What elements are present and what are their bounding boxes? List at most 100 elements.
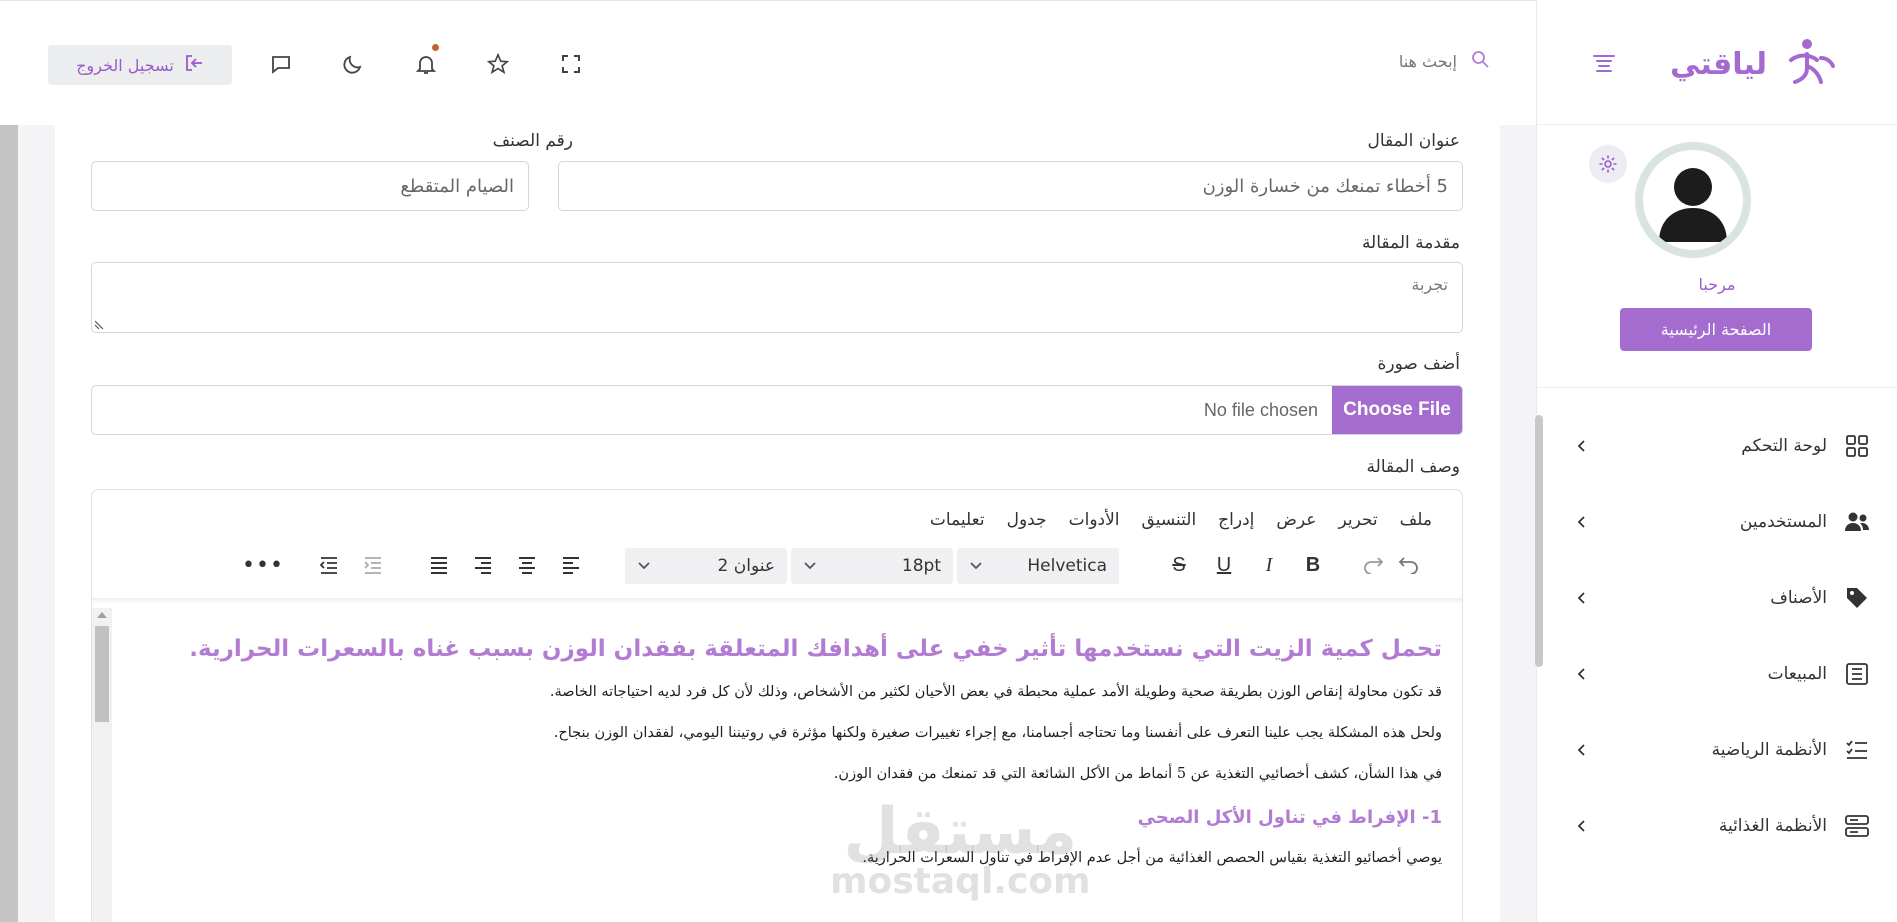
menu-toggle-icon[interactable]: [1593, 52, 1615, 72]
article-title-input[interactable]: 5 أخطاء تمنعك من خسارة الوزن: [558, 161, 1463, 211]
logo-mark-icon: [1789, 39, 1835, 84]
font-size-select[interactable]: 18pt: [791, 548, 953, 584]
chevron-left-icon: [1577, 668, 1585, 680]
chevron-left-icon: [1577, 744, 1585, 756]
category-label: رقم الصنف: [492, 131, 573, 151]
font-family-value: Helvetica: [1027, 556, 1107, 576]
indent-icon[interactable]: [356, 548, 390, 582]
menu-table[interactable]: جدول: [1007, 510, 1047, 530]
editor-menubar: ملف تحرير عرض إدراج التنسيق الأدوات جدول…: [930, 510, 1432, 530]
brand-logo[interactable]: لياقتي: [1670, 36, 1837, 92]
menu-file[interactable]: ملف: [1400, 510, 1432, 530]
star-icon[interactable]: [485, 51, 511, 77]
bell-icon[interactable]: [413, 44, 439, 77]
article-form: عنوان المقال 5 أخطاء تمنعك من خسارة الوز…: [55, 125, 1500, 922]
checklist-icon: [1843, 736, 1871, 764]
chevron-left-icon: [1577, 516, 1585, 528]
content-paragraph: في هذا الشأن، كشف أخصائيي التغذية عن 5 أ…: [833, 766, 1442, 782]
resize-handle-icon[interactable]: [94, 320, 104, 330]
image-file-input[interactable]: Choose File No file chosen: [91, 385, 1463, 435]
menu-edit[interactable]: تحرير: [1338, 510, 1377, 530]
content-paragraph: يوصي أخصائيو التغذية بقياس الحصص الغذائي…: [862, 850, 1442, 866]
search-icon: [1471, 50, 1489, 72]
underline-icon[interactable]: U: [1207, 548, 1241, 582]
editor-scrollbar[interactable]: [92, 608, 112, 922]
left-edge-strip: [0, 125, 18, 922]
chevron-left-icon: [1577, 820, 1585, 832]
font-size-value: 18pt: [901, 556, 941, 576]
editor-scrollbar-thumb[interactable]: [95, 626, 109, 722]
sidebar-item-label: المستخدمين: [1739, 512, 1827, 532]
intro-textarea[interactable]: تجربة: [91, 262, 1463, 333]
intro-label: مقدمة المقالة: [1361, 233, 1460, 253]
image-label: أضف صورة: [1377, 354, 1461, 374]
redo-icon[interactable]: [1356, 548, 1390, 582]
sidebar-item-categories[interactable]: الأصناف: [1537, 560, 1897, 636]
search-input[interactable]: [1337, 51, 1457, 71]
sidebar-item-workout-plans[interactable]: الأنظمة الرياضية: [1537, 712, 1897, 788]
chat-icon[interactable]: [268, 51, 294, 77]
scroll-up-icon[interactable]: [97, 612, 107, 618]
description-label: وصف المقالة: [1366, 457, 1460, 477]
align-center-icon[interactable]: [510, 548, 544, 582]
sidebar-item-label: الأنظمة الرياضية: [1711, 740, 1827, 760]
home-button[interactable]: الصفحة الرئيسية: [1620, 308, 1812, 351]
users-icon: [1843, 508, 1871, 536]
category-select[interactable]: الصيام المتقطع: [91, 161, 529, 211]
sidebar-item-label: الأنظمة الغذائية: [1718, 816, 1827, 836]
tag-icon: [1843, 584, 1871, 612]
rich-text-editor: ملف تحرير عرض إدراج التنسيق الأدوات جدول…: [91, 489, 1463, 922]
align-justify-icon[interactable]: [422, 548, 456, 582]
watermark-url: mostaql.com: [830, 861, 1091, 902]
align-right-icon[interactable]: [466, 548, 500, 582]
fullscreen-icon[interactable]: [558, 51, 584, 77]
block-format-value: عنوان 2: [717, 556, 776, 576]
sidebar-item-dashboard[interactable]: لوحة التحكم: [1537, 408, 1897, 484]
sidebar-item-sales[interactable]: المبيعات: [1537, 636, 1897, 712]
content-subheading: 1- الإفراط في تناول الأكل الصحي: [1137, 807, 1442, 828]
editor-content[interactable]: تحمل كمية الزيت التي نستخدمها تأثير خفي …: [112, 608, 1442, 922]
logout-label: تسجيل الخروج: [76, 55, 174, 75]
top-header: تسجيل الخروج: [0, 0, 1536, 125]
moon-icon[interactable]: [340, 51, 366, 77]
align-left-icon[interactable]: [554, 548, 588, 582]
sidebar-item-label: الأصناف: [1770, 588, 1827, 608]
menu-help[interactable]: تعليمات: [930, 510, 985, 530]
menu-tools[interactable]: الأدوات: [1069, 510, 1120, 530]
font-family-select[interactable]: Helvetica: [957, 548, 1119, 584]
page-scrollbar-thumb[interactable]: [1535, 415, 1543, 667]
menu-insert[interactable]: إدراج: [1218, 510, 1254, 530]
italic-icon[interactable]: I: [1252, 548, 1286, 582]
sidebar-item-label: لوحة التحكم: [1741, 436, 1827, 456]
strikethrough-icon[interactable]: S: [1162, 548, 1196, 582]
menu-format[interactable]: التنسيق: [1142, 510, 1197, 530]
undo-icon[interactable]: [1392, 548, 1426, 582]
content-heading: تحمل كمية الزيت التي نستخدمها تأثير خفي …: [189, 636, 1442, 662]
welcome-text: مرحبا: [1698, 275, 1736, 294]
content-paragraph: ولحل هذه المشكلة يجب علينا التعرف على أن…: [553, 725, 1442, 741]
choose-file-button[interactable]: Choose File: [1332, 386, 1462, 434]
editor-toolbar: B I U S Helvetica 18pt عنوان 2 •••: [92, 548, 1462, 598]
sidebar-item-label: المبيعات: [1767, 664, 1827, 684]
more-options-icon[interactable]: •••: [242, 548, 283, 582]
user-avatar-icon: [1659, 168, 1727, 242]
chevron-down-icon: [638, 562, 650, 570]
no-file-text: No file chosen: [1203, 399, 1318, 420]
toolbar-divider: [92, 598, 1462, 604]
block-format-select[interactable]: عنوان 2: [625, 548, 787, 584]
sidebar-item-users[interactable]: المستخدمين: [1537, 484, 1897, 560]
receipt-icon: [1843, 660, 1871, 688]
search-box[interactable]: [1337, 50, 1489, 72]
settings-gear-icon[interactable]: [1589, 145, 1627, 183]
outdent-icon[interactable]: [312, 548, 346, 582]
sidebar-item-diet-plans[interactable]: الأنظمة الغذائية: [1537, 788, 1897, 864]
chevron-left-icon: [1577, 440, 1585, 452]
chevron-down-icon: [804, 562, 816, 570]
brand-name: لياقتي: [1669, 46, 1767, 82]
logout-button[interactable]: تسجيل الخروج: [48, 45, 232, 85]
menu-view[interactable]: عرض: [1276, 510, 1316, 530]
content-paragraph: قد تكون محاولة إنقاص الوزن بطريقة صحية و…: [549, 684, 1442, 700]
bold-icon[interactable]: B: [1296, 548, 1330, 582]
intro-text: تجربة: [1411, 275, 1448, 294]
chevron-left-icon: [1577, 592, 1585, 604]
